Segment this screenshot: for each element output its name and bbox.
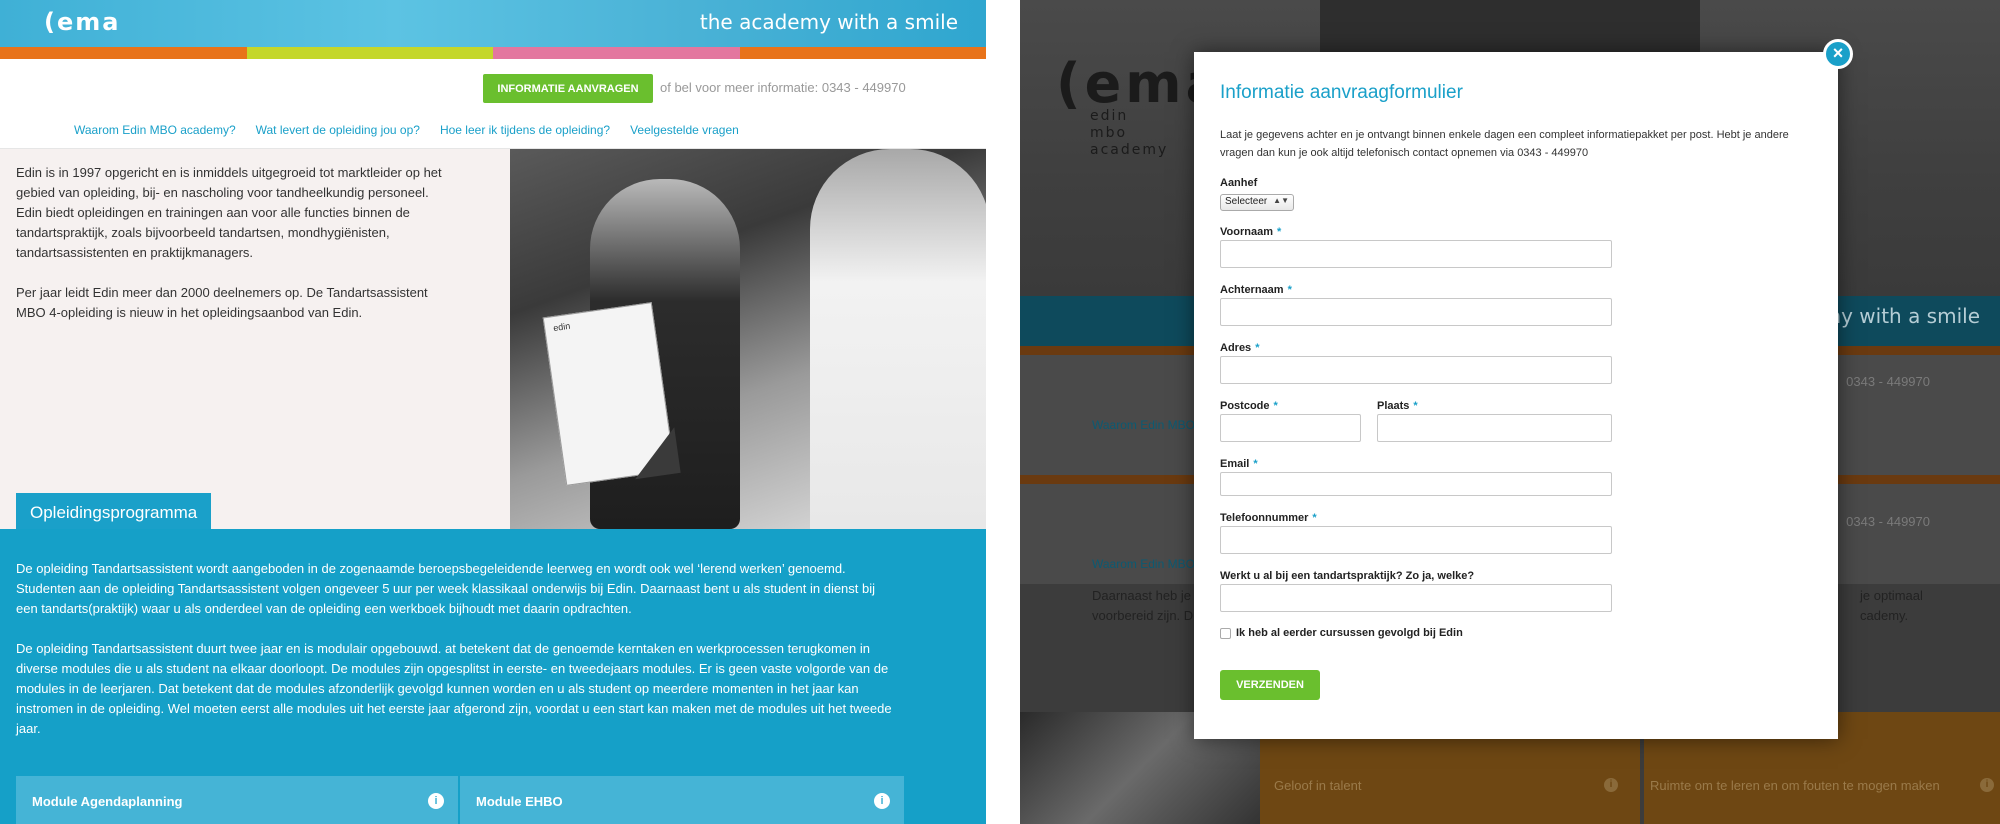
program-tab: Opleidingsprogramma: [16, 493, 211, 530]
dimmed-org-label-1: Geloof in talent: [1274, 778, 1362, 793]
intro-section: Edin is in 1997 opgericht en is inmiddel…: [0, 149, 510, 529]
required-mark: *: [1312, 512, 1317, 524]
dimmed-nav-1: Waarom Edin MBO: [1092, 418, 1195, 432]
program-paragraph-2: De opleiding Tandartsassistent duurt twe…: [16, 641, 892, 736]
nav-item-faq[interactable]: Veelgestelde vragen: [630, 123, 739, 137]
city-input[interactable]: [1377, 414, 1612, 442]
address-label-text: Adres: [1220, 342, 1252, 354]
practice-input[interactable]: [1220, 584, 1612, 612]
certificate-corner: [628, 427, 681, 480]
nav-item-wat-levert[interactable]: Wat levert de opleiding jou op?: [256, 123, 420, 137]
phone-info-text: of bel voor meer informatie: 0343 - 4499…: [660, 80, 906, 95]
last-name-input[interactable]: [1220, 298, 1612, 326]
info-icon[interactable]: i: [874, 793, 890, 809]
email-label-text: Email: [1220, 458, 1250, 470]
modal-description: Laat je gegevens achter en je ontvangt b…: [1220, 129, 1789, 159]
hero-banner: (ema the academy with a smile: [0, 0, 986, 47]
info-icon[interactable]: i: [428, 793, 444, 809]
logo[interactable]: (ema: [44, 8, 120, 36]
last-name-label-text: Achternaam: [1220, 284, 1284, 296]
phone-input[interactable]: [1220, 526, 1612, 554]
stripe-orange: [0, 47, 247, 59]
intro-paragraph-2: Per jaar leidt Edin meer dan 2000 deelne…: [16, 285, 428, 320]
module-label: Module Agendaplanning: [32, 794, 183, 809]
nav-item-waarom[interactable]: Waarom Edin MBO academy?: [74, 123, 236, 137]
first-name-input[interactable]: [1220, 240, 1612, 268]
intro-paragraph-1: Edin is in 1997 opgericht en is inmiddel…: [16, 165, 442, 260]
right-page-overlay: (ema edin mbo academy emy with a smile 0…: [1020, 0, 2000, 824]
color-stripe: [0, 47, 986, 59]
address-label: Adres *: [1220, 342, 1259, 354]
left-page: (ema the academy with a smile INFORMATIE…: [0, 0, 986, 824]
select-caret-icon: ▲▼: [1273, 196, 1289, 205]
dimmed-info-icon-1: i: [1604, 778, 1618, 792]
teacher-figure: [810, 149, 986, 529]
info-request-modal: Informatie aanvraagformulier Laat je geg…: [1194, 52, 1838, 739]
email-input[interactable]: [1220, 472, 1612, 496]
dimmed-nav-2: Waarom Edin MBO: [1092, 557, 1195, 571]
city-label-text: Plaats: [1377, 400, 1410, 412]
required-mark: *: [1255, 342, 1260, 354]
first-name-label: Voornaam *: [1220, 226, 1281, 238]
informatie-aanvragen-button[interactable]: INFORMATIE AANVRAGEN: [483, 74, 653, 103]
nav-item-hoe-leer[interactable]: Hoe leer ik tijdens de opleiding?: [440, 123, 610, 137]
postcode-label-text: Postcode: [1220, 400, 1270, 412]
salutation-label: Aanhef: [1220, 177, 1258, 189]
salutation-select[interactable]: Selecteer ▲▼: [1220, 194, 1294, 211]
panel-divider: [986, 0, 1020, 824]
first-name-label-text: Voornaam: [1220, 226, 1273, 238]
previous-courses-checkbox[interactable]: [1220, 628, 1231, 639]
stripe-lime: [246, 47, 493, 59]
stripe-pink: [493, 47, 740, 59]
address-input[interactable]: [1220, 356, 1612, 384]
salutation-value: Selecteer: [1225, 196, 1268, 207]
stripe-orange-2: [739, 47, 986, 59]
postcode-label: Postcode *: [1220, 400, 1278, 412]
certificate: edin: [542, 302, 681, 486]
practice-label: Werkt u al bij een tandartspraktijk? Zo …: [1220, 570, 1475, 582]
top-bar: INFORMATIE AANVRAGEN of bel voor meer in…: [0, 59, 986, 149]
module-agendaplanning[interactable]: Module Agendaplanning i: [16, 776, 458, 824]
submit-button[interactable]: VERZENDEN: [1220, 670, 1320, 700]
previous-courses-label: Ik heb al eerder cursussen gevolgd bij E…: [1236, 627, 1463, 639]
required-mark: *: [1276, 226, 1282, 238]
required-mark: *: [1413, 400, 1418, 412]
main-nav: Waarom Edin MBO academy? Wat levert de o…: [74, 123, 739, 137]
required-mark: *: [1253, 458, 1258, 470]
tagline: the academy with a smile: [699, 10, 958, 34]
module-ehbo[interactable]: Module EHBO i: [460, 776, 904, 824]
dimmed-logo-subtitle: edin mbo academy: [1090, 108, 1169, 158]
dimmed-body-text-right: je optimaal cademy.: [1860, 588, 1923, 623]
dimmed-phone-1: 0343 - 449970: [1846, 374, 1930, 389]
city-label: Plaats *: [1377, 400, 1418, 412]
modal-title: Informatie aanvraagformulier: [1220, 82, 1463, 103]
required-mark: *: [1273, 400, 1278, 412]
certificate-label: edin: [552, 320, 571, 334]
program-paragraph-1: De opleiding Tandartsassistent wordt aan…: [16, 561, 876, 616]
postcode-input[interactable]: [1220, 414, 1361, 442]
dimmed-org-label-2: Ruimte om te leren en om fouten te mogen…: [1650, 778, 1940, 793]
dimmed-phone-2: 0343 - 449970: [1846, 514, 1930, 529]
screenshot-root: (ema the academy with a smile INFORMATIE…: [0, 0, 2000, 824]
phone-label-text: Telefoonnummer: [1220, 512, 1309, 524]
phone-label: Telefoonnummer *: [1220, 512, 1317, 524]
students-photo: edin: [510, 149, 986, 529]
module-label: Module EHBO: [476, 794, 563, 809]
email-label: Email *: [1220, 458, 1258, 470]
dimmed-info-icon-2: i: [1980, 778, 1994, 792]
close-icon[interactable]: ×: [1823, 39, 1853, 69]
last-name-label: Achternaam *: [1220, 284, 1292, 296]
required-mark: *: [1287, 284, 1292, 296]
